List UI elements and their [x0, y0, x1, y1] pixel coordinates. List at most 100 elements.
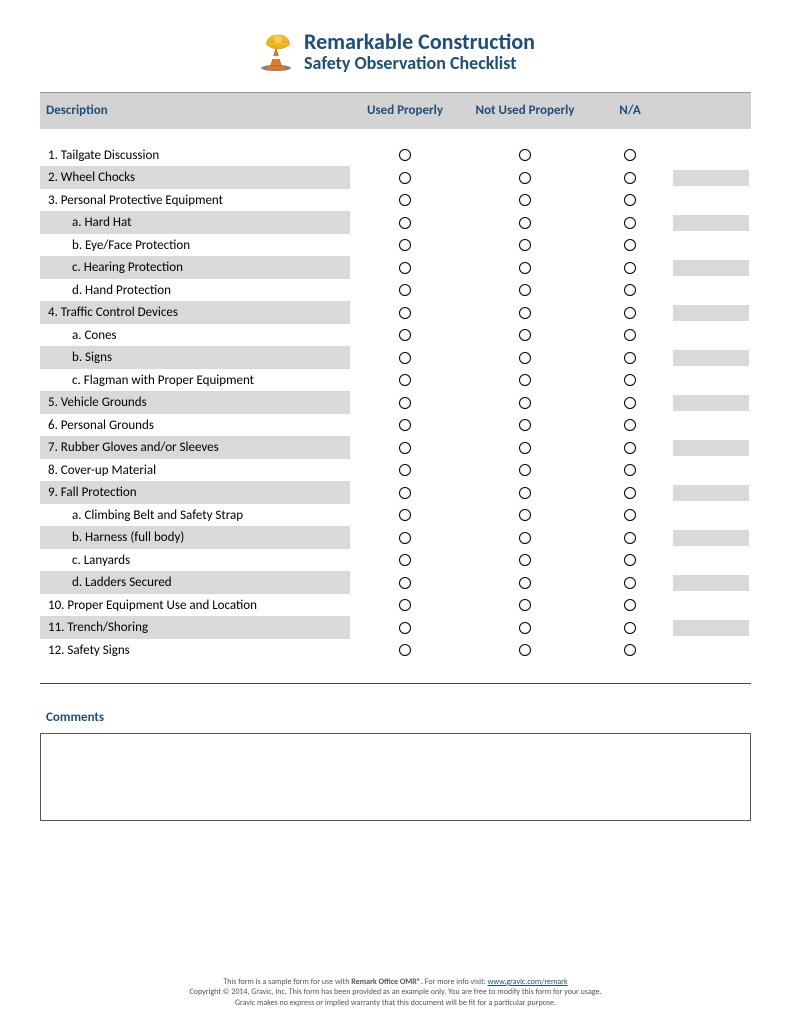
bubble-used-properly[interactable] [399, 464, 411, 476]
company-name: Remarkable Construction [304, 30, 535, 54]
bubble-na[interactable] [624, 509, 636, 521]
row-label: 6. Personal Grounds [40, 418, 350, 433]
bubble-used-properly[interactable] [399, 374, 411, 386]
bubble-na[interactable] [624, 644, 636, 656]
bubble-na[interactable] [624, 307, 636, 319]
bubble-na[interactable] [624, 622, 636, 634]
write-in-field[interactable] [673, 485, 749, 501]
bubble-na[interactable] [624, 464, 636, 476]
write-in-field[interactable] [673, 395, 749, 411]
bubble-used-properly[interactable] [399, 599, 411, 611]
row-label: a. Climbing Belt and Safety Strap [40, 508, 350, 523]
hardhat-cone-icon [256, 32, 296, 72]
bubble-used-properly[interactable] [399, 577, 411, 589]
bubble-not-used-properly[interactable] [519, 239, 531, 251]
bubble-not-used-properly[interactable] [519, 419, 531, 431]
row-label: a. Hard Hat [40, 215, 350, 230]
bubble-not-used-properly[interactable] [519, 464, 531, 476]
row-label: 12. Safety Signs [40, 643, 350, 658]
bubble-na[interactable] [624, 262, 636, 274]
bubble-na[interactable] [624, 352, 636, 364]
bubble-not-used-properly[interactable] [519, 644, 531, 656]
bubble-used-properly[interactable] [399, 419, 411, 431]
bubble-na[interactable] [624, 329, 636, 341]
bubble-used-properly[interactable] [399, 532, 411, 544]
bubble-used-properly[interactable] [399, 329, 411, 341]
checklist-row: d. Ladders Secured [40, 571, 751, 594]
footer-link[interactable]: www.gravic.com/remark [488, 977, 568, 987]
bubble-not-used-properly[interactable] [519, 374, 531, 386]
bubble-used-properly[interactable] [399, 397, 411, 409]
bubble-na[interactable] [624, 374, 636, 386]
bubble-na[interactable] [624, 239, 636, 251]
bubble-na[interactable] [624, 554, 636, 566]
checklist-row: 7. Rubber Gloves and/or Sleeves [40, 436, 751, 459]
bubble-not-used-properly[interactable] [519, 284, 531, 296]
bubble-not-used-properly[interactable] [519, 554, 531, 566]
checklist-rows: 1. Tailgate Discussion2. Wheel Chocks3. … [40, 144, 751, 662]
bubble-na[interactable] [624, 194, 636, 206]
bubble-na[interactable] [624, 487, 636, 499]
divider-line [40, 683, 751, 684]
write-in-field[interactable] [673, 170, 749, 186]
bubble-not-used-properly[interactable] [519, 172, 531, 184]
bubble-used-properly[interactable] [399, 644, 411, 656]
bubble-used-properly[interactable] [399, 554, 411, 566]
write-in-field[interactable] [673, 350, 749, 366]
checklist-row: 9. Fall Protection [40, 481, 751, 504]
bubble-not-used-properly[interactable] [519, 599, 531, 611]
bubble-na[interactable] [624, 397, 636, 409]
bubble-used-properly[interactable] [399, 487, 411, 499]
bubble-used-properly[interactable] [399, 194, 411, 206]
bubble-used-properly[interactable] [399, 284, 411, 296]
bubble-na[interactable] [624, 172, 636, 184]
bubble-na[interactable] [624, 217, 636, 229]
footer-product: Remark Office OMR®. [351, 977, 423, 987]
bubble-not-used-properly[interactable] [519, 329, 531, 341]
bubble-used-properly[interactable] [399, 509, 411, 521]
write-in-field[interactable] [673, 620, 749, 636]
bubble-used-properly[interactable] [399, 262, 411, 274]
checklist-row: a. Cones [40, 324, 751, 347]
bubble-used-properly[interactable] [399, 239, 411, 251]
write-in-field[interactable] [673, 575, 749, 591]
checklist-row: 10. Proper Equipment Use and Location [40, 594, 751, 617]
bubble-not-used-properly[interactable] [519, 307, 531, 319]
bubble-not-used-properly[interactable] [519, 577, 531, 589]
bubble-not-used-properly[interactable] [519, 217, 531, 229]
bubble-na[interactable] [624, 599, 636, 611]
bubble-na[interactable] [624, 284, 636, 296]
bubble-used-properly[interactable] [399, 149, 411, 161]
bubble-na[interactable] [624, 532, 636, 544]
bubble-na[interactable] [624, 442, 636, 454]
bubble-not-used-properly[interactable] [519, 194, 531, 206]
bubble-na[interactable] [624, 149, 636, 161]
bubble-not-used-properly[interactable] [519, 262, 531, 274]
bubble-used-properly[interactable] [399, 442, 411, 454]
bubble-not-used-properly[interactable] [519, 352, 531, 364]
write-in-field[interactable] [673, 530, 749, 546]
bubble-used-properly[interactable] [399, 172, 411, 184]
bubble-na[interactable] [624, 577, 636, 589]
bubble-not-used-properly[interactable] [519, 149, 531, 161]
checklist-row: b. Eye/Face Protection [40, 234, 751, 257]
bubble-used-properly[interactable] [399, 352, 411, 364]
bubble-used-properly[interactable] [399, 307, 411, 319]
row-label: 11. Trench/Shoring [40, 620, 350, 635]
bubble-not-used-properly[interactable] [519, 397, 531, 409]
bubble-used-properly[interactable] [399, 217, 411, 229]
row-label: 5. Vehicle Grounds [40, 395, 350, 410]
write-in-field[interactable] [673, 305, 749, 321]
bubble-not-used-properly[interactable] [519, 442, 531, 454]
bubble-not-used-properly[interactable] [519, 532, 531, 544]
row-label: b. Signs [40, 350, 350, 365]
bubble-not-used-properly[interactable] [519, 622, 531, 634]
bubble-not-used-properly[interactable] [519, 509, 531, 521]
bubble-not-used-properly[interactable] [519, 487, 531, 499]
comments-input[interactable] [40, 733, 751, 821]
write-in-field[interactable] [673, 440, 749, 456]
bubble-na[interactable] [624, 419, 636, 431]
bubble-used-properly[interactable] [399, 622, 411, 634]
write-in-field[interactable] [673, 215, 749, 231]
write-in-field[interactable] [673, 260, 749, 276]
